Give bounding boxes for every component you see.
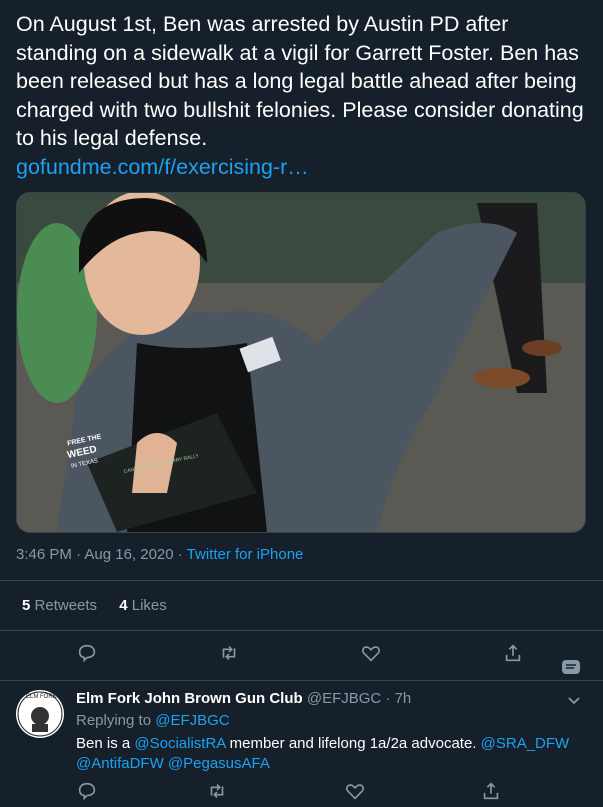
tweet-stats: 5 Retweets 4 Likes: [22, 597, 167, 614]
divider: [0, 630, 603, 631]
like-icon[interactable]: [344, 780, 370, 806]
share-icon[interactable]: [502, 642, 528, 668]
reply-icon[interactable]: [76, 642, 102, 668]
tweet-link[interactable]: gofundme.com/f/exercising-r…: [16, 153, 591, 182]
tweet-meta: 3:46 PM · Aug 16, 2020 · Twitter for iPh…: [16, 546, 303, 563]
avatar-text: ELM FORK: [26, 694, 57, 700]
divider: [0, 580, 603, 581]
tweet-body: On August 1st, Ben was arrested by Austi…: [16, 12, 584, 150]
reply-text-1: Ben is a: [76, 735, 135, 752]
reply-header: Elm Fork John Brown Gun Club @EFJBGC · 7…: [76, 690, 411, 707]
like-icon[interactable]: [360, 642, 386, 668]
reply-author-name[interactable]: Elm Fork John Brown Gun Club: [76, 690, 303, 707]
likes-stat[interactable]: 4 Likes: [119, 597, 167, 614]
tweet-text: On August 1st, Ben was arrested by Austi…: [16, 10, 591, 181]
reply-icon[interactable]: [76, 780, 102, 806]
reply-text-2: member and lifelong 1a/2a advocate.: [225, 735, 481, 752]
mention-socialistra[interactable]: @SocialistRA: [134, 735, 225, 752]
replying-mention[interactable]: @EFJBGC: [155, 712, 229, 729]
retweets-stat[interactable]: 5 Retweets: [22, 597, 97, 614]
photo-illustration: [17, 193, 585, 532]
mention-sra-dfw[interactable]: @SRA_DFW: [481, 735, 570, 752]
tweet-actions: [0, 642, 603, 670]
retweet-icon[interactable]: [206, 780, 232, 806]
reply-tweet[interactable]: ELM FORK Elm Fork John Brown Gun Club @E…: [0, 680, 603, 807]
mention-pegasusafa[interactable]: @PegasusAFA: [168, 755, 270, 772]
reply-author-handle[interactable]: @EFJBGC · 7h: [307, 690, 411, 707]
reply-body: Ben is a @SocialistRA member and lifelon…: [76, 734, 586, 774]
tweet-time: 3:46 PM · Aug 16, 2020 ·: [16, 546, 187, 563]
tweet-source[interactable]: Twitter for iPhone: [187, 546, 304, 563]
avatar[interactable]: ELM FORK: [16, 690, 64, 738]
chevron-down-icon[interactable]: [566, 692, 582, 713]
retweet-icon[interactable]: [218, 642, 244, 668]
replying-prefix: Replying to: [76, 712, 156, 729]
mention-antifadfw[interactable]: @AntifaDFW: [76, 755, 164, 772]
compose-badge-icon[interactable]: [562, 660, 580, 674]
reply-actions: [0, 780, 603, 802]
share-icon[interactable]: [480, 780, 506, 806]
replying-to: Replying to @EFJBGC: [76, 712, 230, 729]
tweet-photo[interactable]: FREE THE WEED IN TEXAS CANNABIS OPEN CAR…: [16, 192, 586, 533]
